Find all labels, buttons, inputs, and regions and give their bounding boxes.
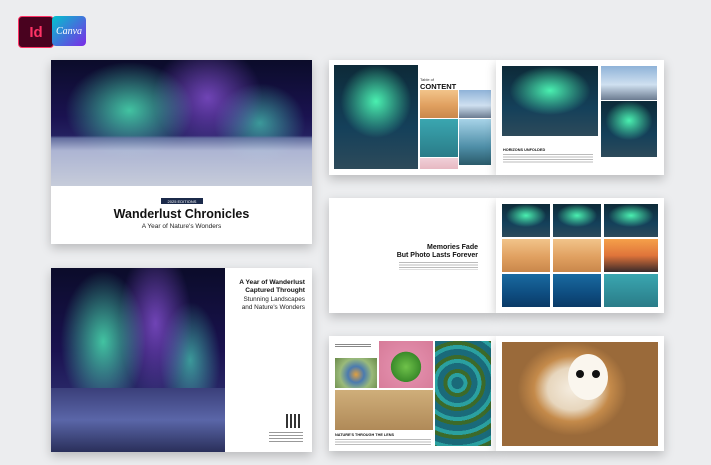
indesign-icon-label: Id bbox=[29, 23, 43, 41]
spread-2-photo-5 bbox=[553, 239, 601, 272]
spread-1-photo-coast bbox=[459, 119, 491, 165]
spread-3-left-caption: NATURE'S THROUGH THE LENS bbox=[335, 433, 395, 437]
back-cover-sub-line1: Stunning Landscapes bbox=[243, 296, 305, 303]
spread-3-owl-eye-left bbox=[576, 370, 584, 378]
front-cover-subtitle: A Year of Nature's Wonders bbox=[141, 223, 222, 230]
spread-2-photo-3 bbox=[604, 204, 658, 237]
spread-2-quote-line1: Memories Fade bbox=[427, 244, 478, 251]
spread-1-photo-mountain-top bbox=[601, 66, 657, 100]
spread-3-left-page: NATURE'S THROUGH THE LENS bbox=[329, 336, 496, 451]
spread-2-left-page: Memories Fade But Photo Lasts Forever bbox=[329, 198, 496, 313]
canva-icon: Canva bbox=[52, 16, 86, 46]
back-cover-contact-lines bbox=[269, 432, 303, 444]
spread-2-quote-line2: But Photo Lasts Forever bbox=[396, 252, 478, 259]
spread-3-photo-frog bbox=[379, 341, 433, 388]
spread-1-photo-lagoon bbox=[420, 119, 458, 157]
spread-2-right-page bbox=[496, 198, 664, 313]
spread-3-right-page bbox=[496, 336, 664, 451]
spread-1-photo-aurora-road bbox=[334, 65, 418, 169]
spread-3-photo-bird bbox=[335, 358, 377, 388]
spread-2-photo-8 bbox=[553, 274, 601, 307]
spread-1-photo-aurora-town bbox=[601, 101, 657, 157]
spread-1-right-caption: HORIZONS UNFOLDED bbox=[503, 148, 546, 152]
front-cover: 2025 EDITIONS Wanderlust Chronicles A Ye… bbox=[51, 60, 312, 244]
spread-1-photo-sand bbox=[420, 158, 458, 169]
spread-2-photo-4 bbox=[502, 239, 550, 272]
back-cover-ice-image bbox=[51, 388, 225, 452]
front-cover-mountains-image bbox=[51, 60, 312, 186]
spread-2-photo-9 bbox=[604, 274, 658, 307]
spread-3-photo-lion-cubs bbox=[335, 390, 433, 430]
front-cover-title: Wanderlust Chronicles bbox=[113, 207, 250, 221]
canva-icon-label: Canva bbox=[55, 25, 83, 37]
spread-3-owl-face bbox=[568, 354, 608, 400]
back-cover-heading-line1: A Year of Wanderlust bbox=[239, 279, 305, 286]
back-cover: A Year of Wanderlust Captured Throught S… bbox=[51, 268, 312, 452]
spread-1-photo-aurora-lake bbox=[502, 66, 598, 136]
spread-1-right-page: HORIZONS UNFOLDED bbox=[496, 60, 664, 175]
spread-2-photo-6 bbox=[604, 239, 658, 272]
back-cover-sub-line2: and Nature's Wonders bbox=[241, 304, 305, 311]
front-cover-tag-label: 2025 EDITIONS bbox=[167, 198, 197, 204]
spread-1-photo-desert bbox=[420, 90, 458, 118]
indesign-icon: Id bbox=[18, 16, 54, 48]
spread-3-owl-eye-right bbox=[592, 370, 600, 378]
spread-1-photo-snow bbox=[459, 90, 491, 118]
front-cover-tag: 2025 EDITIONS bbox=[161, 198, 203, 204]
spread-3-left-text bbox=[335, 439, 431, 446]
spread-1-left-page: Table of CONTENT bbox=[329, 60, 496, 175]
spread-3-photo-peacock bbox=[435, 341, 491, 446]
spread-2-photo-7 bbox=[502, 274, 550, 307]
qr-code-icon bbox=[286, 414, 300, 428]
spread-2-photo-2 bbox=[553, 204, 601, 237]
spread-2-photo-1 bbox=[502, 204, 550, 237]
spread-3-small-heading bbox=[335, 344, 371, 348]
back-cover-heading-line2: Captured Throught bbox=[245, 287, 305, 294]
spread-2-quote-text bbox=[399, 262, 478, 270]
spread-1-right-text bbox=[503, 154, 593, 164]
